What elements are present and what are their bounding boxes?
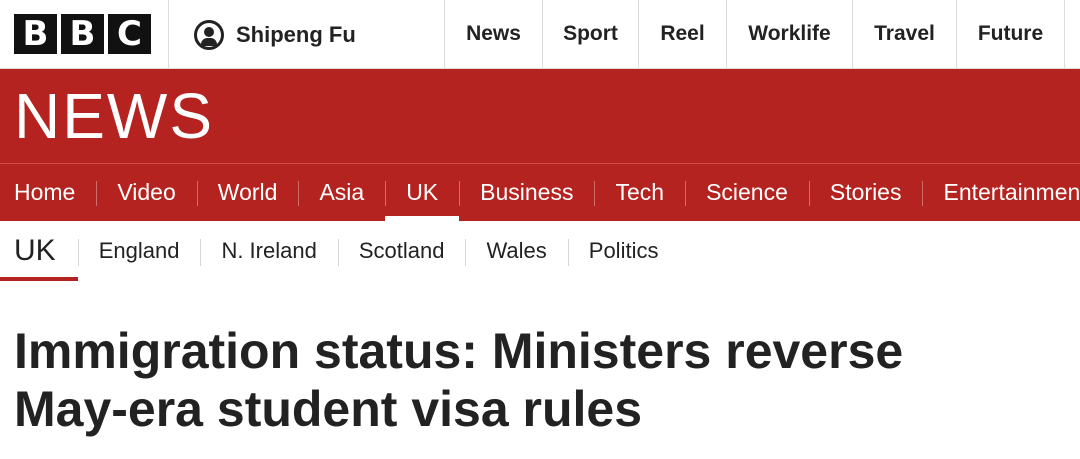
subnav-section-uk[interactable]: UK [0, 221, 78, 281]
bbc-top-bar: B B C Shipeng Fu News Sport Reel Worklif… [0, 0, 1080, 69]
nav-home[interactable]: Home [0, 164, 96, 221]
nav-entertainment[interactable]: Entertainment [922, 164, 1080, 221]
subnav-n-ireland[interactable]: N. Ireland [200, 221, 337, 281]
subnav-scotland[interactable]: Scotland [337, 221, 466, 281]
uk-sub-nav: UK England N. Ireland Scotland Wales Pol… [0, 221, 679, 281]
nav-stories[interactable]: Stories [808, 164, 923, 221]
nav-science[interactable]: Science [685, 164, 809, 221]
bbc-logo-letter: B [14, 14, 57, 54]
nav-business[interactable]: Business [459, 164, 594, 221]
nav-world[interactable]: World [196, 164, 299, 221]
top-nav-worklife[interactable]: Worklife [726, 0, 852, 68]
headline-line-2: May-era student visa rules [14, 381, 643, 437]
nav-asia[interactable]: Asia [298, 164, 385, 221]
top-nav-sport[interactable]: Sport [542, 0, 638, 68]
nav-tech[interactable]: Tech [594, 164, 685, 221]
top-nav-future[interactable]: Future [956, 0, 1064, 68]
bbc-logo-letter: C [108, 14, 151, 54]
subnav-politics[interactable]: Politics [567, 221, 680, 281]
news-main-nav: Home Video World Asia UK Business Tech S… [0, 164, 1080, 221]
subnav-england[interactable]: England [77, 221, 201, 281]
bbc-logo-letter: B [61, 14, 104, 54]
nav-uk[interactable]: UK [385, 164, 460, 221]
user-icon [194, 20, 224, 50]
nav-video[interactable]: Video [96, 164, 196, 221]
top-nav-more[interactable] [1064, 0, 1080, 68]
top-nav-news[interactable]: News [444, 0, 542, 68]
headline-line-1: Immigration status: Ministers reverse [14, 323, 904, 379]
top-nav-reel[interactable]: Reel [638, 0, 726, 68]
top-nav-travel[interactable]: Travel [852, 0, 956, 68]
bbc-logo[interactable]: B B C [14, 14, 151, 54]
divider [168, 0, 169, 68]
news-brand[interactable]: NEWS [14, 79, 214, 153]
bbc-top-nav: News Sport Reel Worklife Travel Future [444, 0, 1080, 68]
news-banner: NEWS Home Video World Asia UK Business T… [0, 69, 1080, 221]
account-link[interactable]: Shipeng Fu [194, 20, 356, 50]
article-headline: Immigration status: Ministers reverse Ma… [14, 322, 1074, 438]
subnav-wales[interactable]: Wales [465, 221, 567, 281]
account-name: Shipeng Fu [236, 22, 356, 47]
